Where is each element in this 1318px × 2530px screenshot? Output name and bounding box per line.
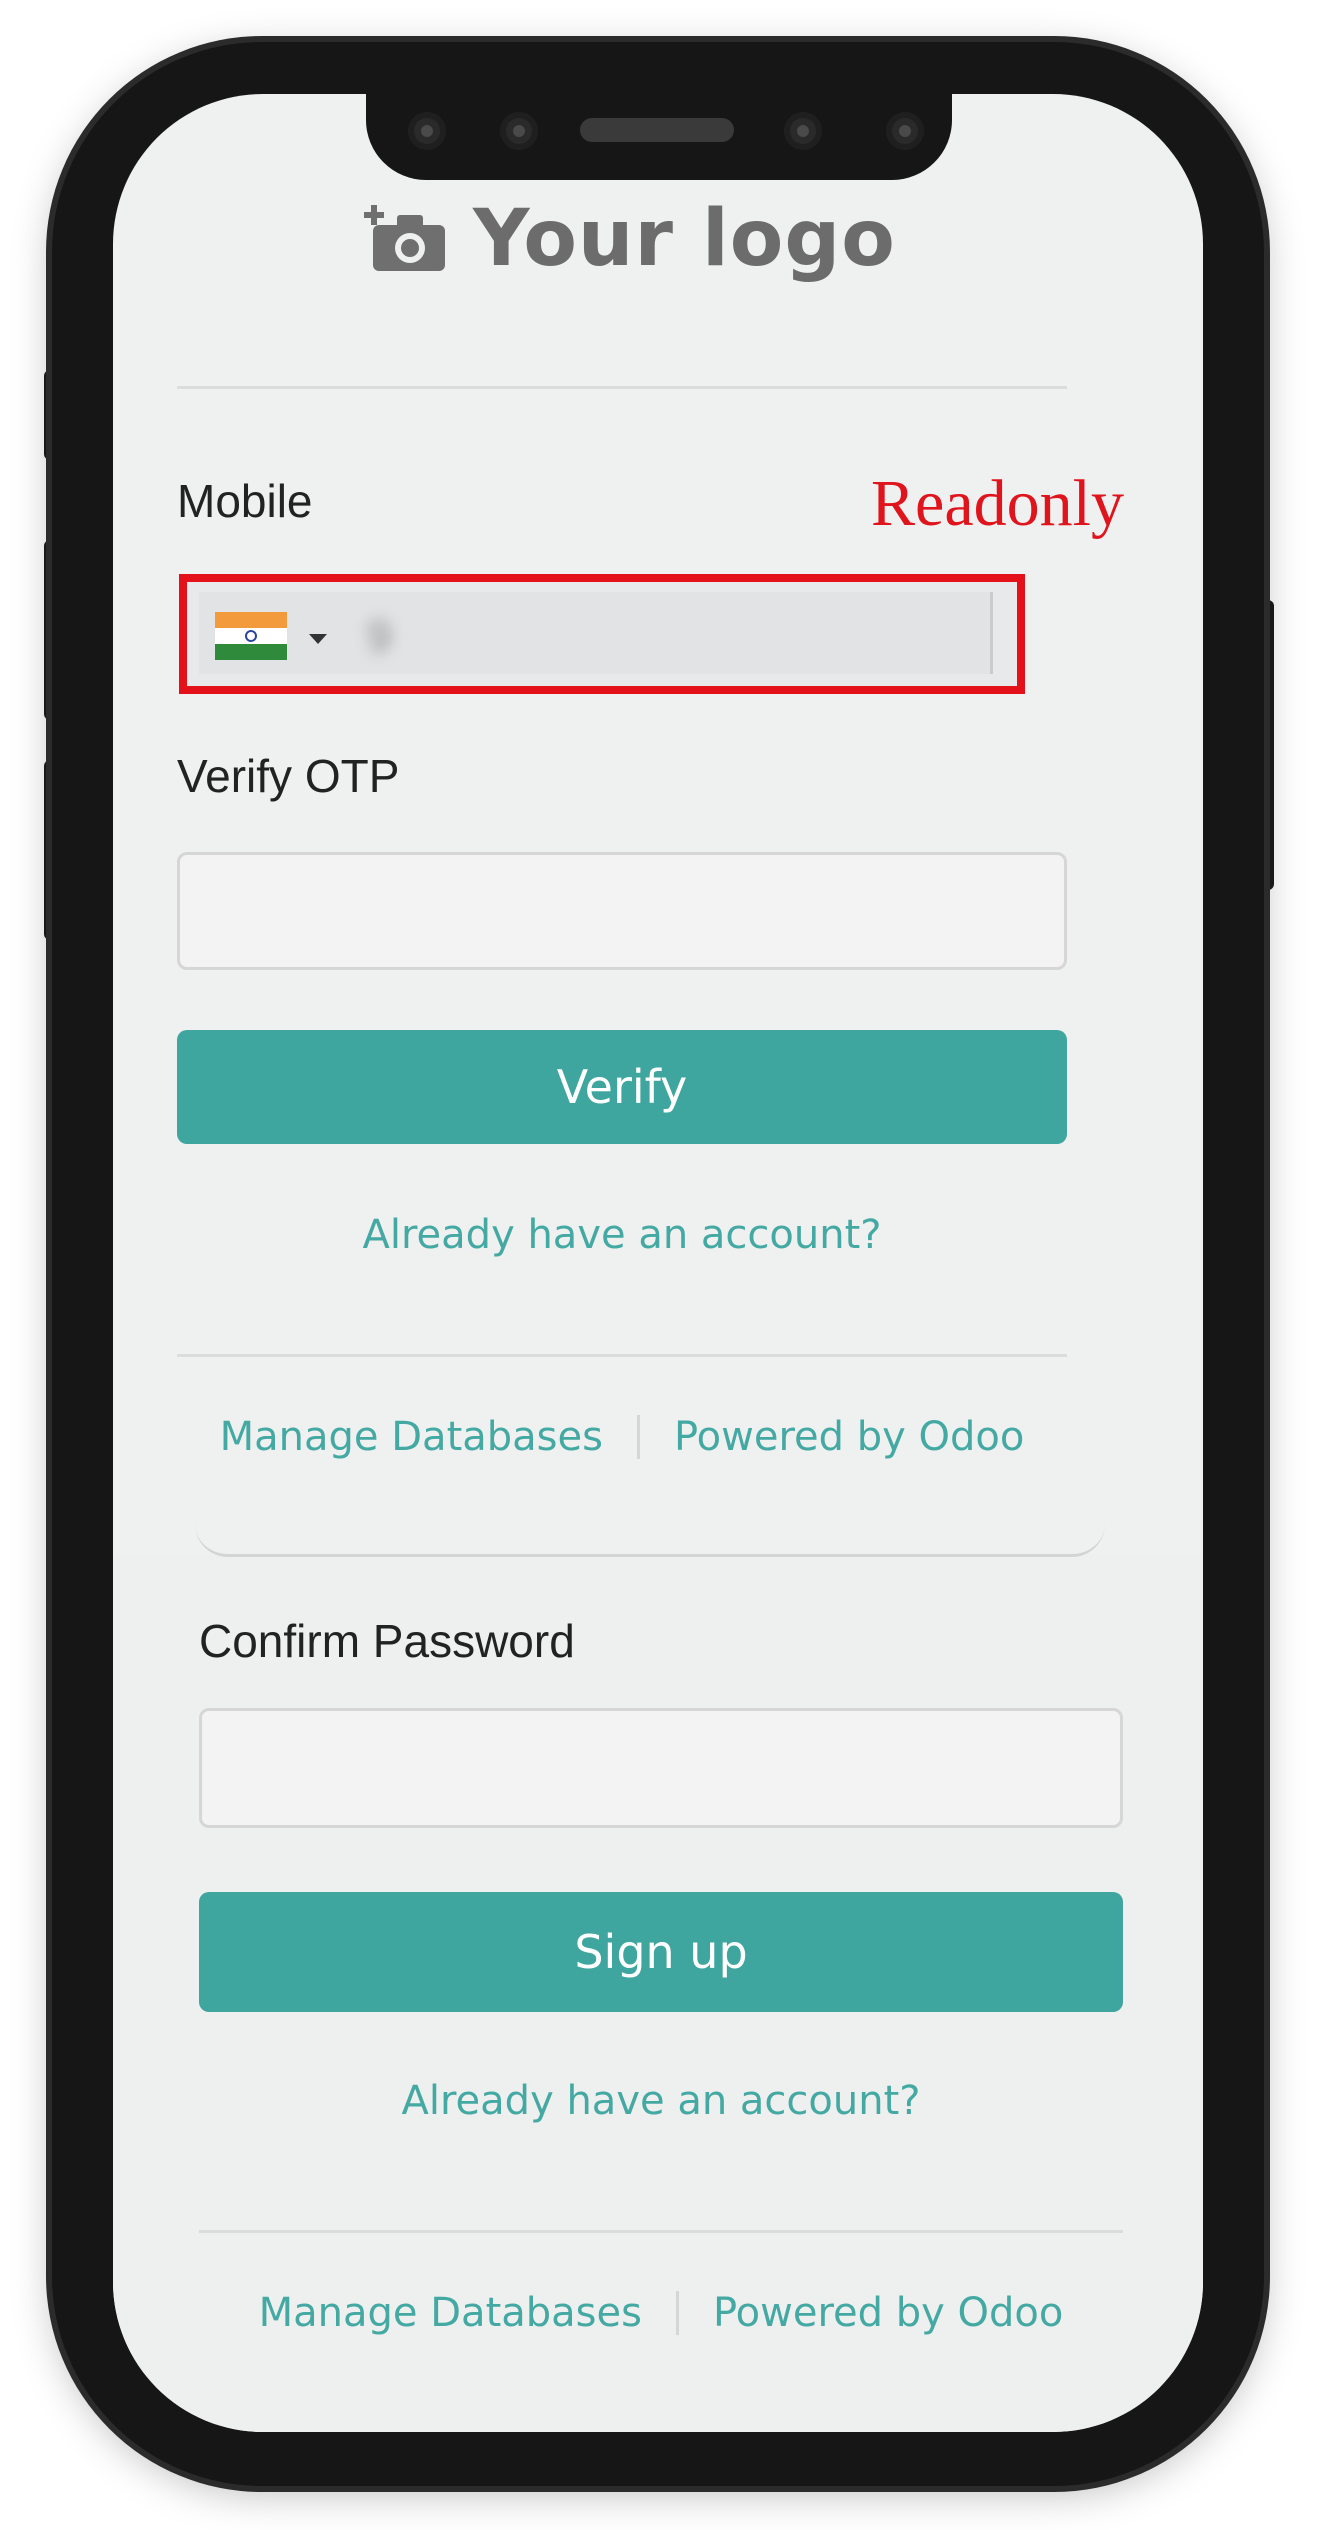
- powered-by-odoo-link-lower[interactable]: Powered by Odoo: [713, 2290, 1063, 2336]
- mobile-label: Mobile: [177, 475, 313, 527]
- camera-plus-icon: [363, 203, 449, 275]
- mobile-value: 9: [367, 612, 667, 662]
- earpiece-speaker: [580, 118, 734, 142]
- mobile-value-text: 9: [367, 612, 394, 661]
- manage-databases-link[interactable]: Manage Databases: [220, 1414, 603, 1460]
- mobile-field-highlight: 9: [179, 574, 1025, 694]
- logo: Your logo: [363, 194, 896, 284]
- footer-links-top: Manage Databases Powered by Odoo: [177, 1414, 1067, 1460]
- footer-separator: [636, 1415, 640, 1459]
- front-camera-icon: [500, 112, 538, 150]
- powered-by-odoo-link[interactable]: Powered by Odoo: [674, 1414, 1024, 1460]
- logo-text: Your logo: [473, 194, 896, 284]
- divider-bottom: [199, 2230, 1123, 2233]
- phone-notch: [366, 94, 952, 180]
- verify-button[interactable]: Verify: [177, 1030, 1067, 1144]
- manage-databases-link-lower[interactable]: Manage Databases: [259, 2290, 642, 2336]
- otp-input[interactable]: [177, 852, 1067, 970]
- stage: Your logo Mobile Readonly 9 Verify OTP V…: [0, 0, 1318, 2530]
- mobile-field: 9: [199, 592, 993, 674]
- confirm-password-label: Confirm Password: [199, 1615, 575, 1667]
- already-account-link-lower[interactable]: Already have an account?: [199, 2078, 1123, 2124]
- verify-otp-label: Verify OTP: [177, 750, 400, 802]
- card-seam: [195, 1524, 1105, 1557]
- proximity-sensor-icon: [784, 112, 822, 150]
- divider-top: [177, 386, 1067, 389]
- readonly-annotation: Readonly: [871, 467, 1124, 540]
- chevron-down-icon[interactable]: [309, 634, 327, 644]
- light-sensor-icon: [886, 112, 924, 150]
- divider-middle: [177, 1354, 1067, 1357]
- already-account-link[interactable]: Already have an account?: [177, 1212, 1067, 1258]
- footer-links-bottom: Manage Databases Powered by Odoo: [199, 2290, 1123, 2336]
- signup-button[interactable]: Sign up: [199, 1892, 1123, 2012]
- confirm-password-input[interactable]: [199, 1708, 1123, 1828]
- india-flag-icon[interactable]: [215, 612, 287, 660]
- sensor-icon: [408, 112, 446, 150]
- phone-screen: Your logo Mobile Readonly 9 Verify OTP V…: [113, 94, 1203, 2432]
- footer-separator-lower: [675, 2291, 679, 2335]
